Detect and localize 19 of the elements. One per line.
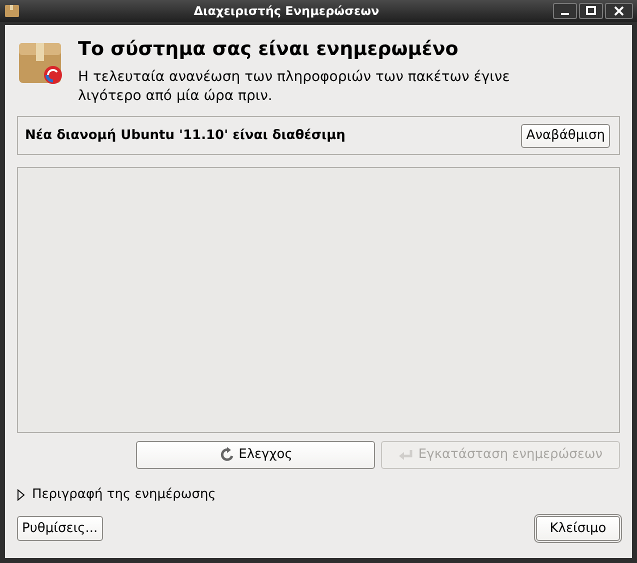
upgrade-message: Νέα διανομή Ubuntu '11.10' είναι διαθέσιμη — [25, 126, 346, 145]
expander-arrow-icon — [17, 488, 26, 501]
minimize-button[interactable] — [553, 3, 577, 19]
settings-button[interactable]: Ρυθμίσεις... — [17, 516, 103, 541]
close-dialog-button[interactable]: Κλείσιμο — [536, 516, 620, 541]
check-button[interactable]: Ελεγχος — [136, 441, 375, 469]
package-icon — [4, 3, 20, 19]
description-expander[interactable]: Περιγραφή της ενημέρωσης — [17, 485, 216, 504]
close-icon — [614, 6, 624, 16]
maximize-icon — [586, 6, 596, 16]
minimize-icon — [561, 13, 569, 15]
refresh-icon — [218, 447, 235, 463]
enter-icon — [398, 447, 414, 463]
upgrade-button[interactable]: Αναβάθμιση — [521, 124, 610, 148]
maximize-button[interactable] — [579, 3, 603, 19]
status-title: Το σύστημα σας είναι ενημερωμένο — [78, 37, 460, 62]
window-title: Διαχειριστής Ενημερώσεων — [192, 3, 380, 20]
close-button[interactable] — [605, 3, 633, 19]
status-description: Η τελευταία ανανέωση των πληροφοριών των πακέτων έγινε λιγότερο από μία ώρα πριν. — [78, 68, 511, 106]
